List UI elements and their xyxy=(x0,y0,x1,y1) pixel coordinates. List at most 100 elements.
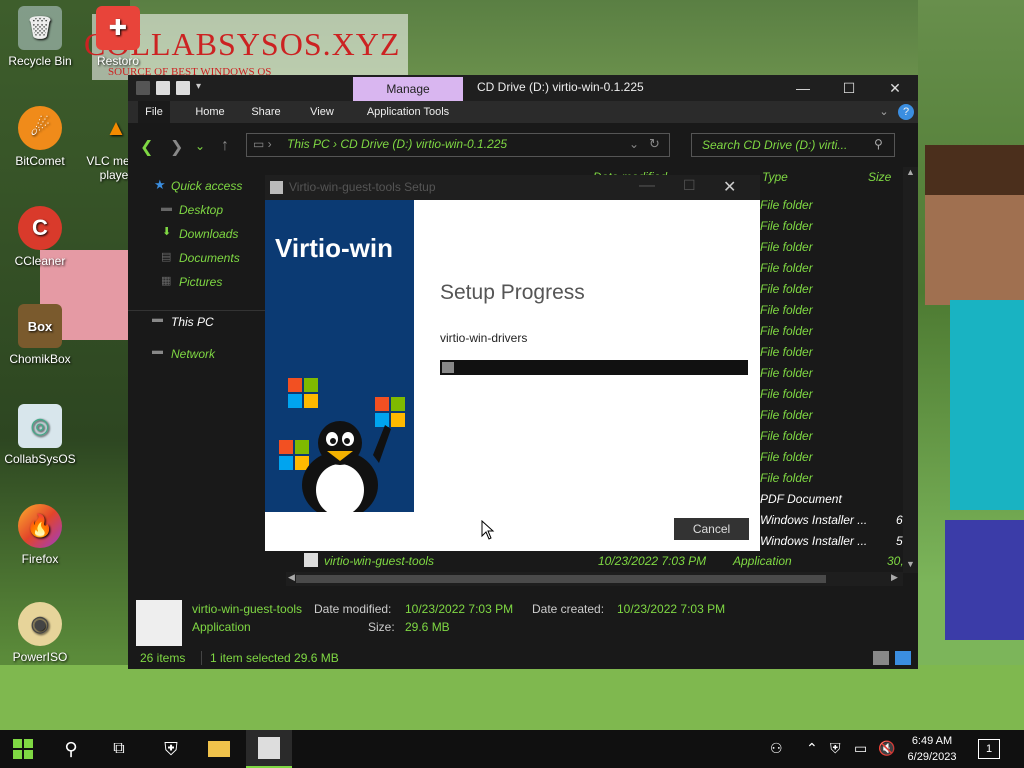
desktop-icon-restoro[interactable]: ✚ Restoro xyxy=(78,6,158,68)
scroll-left-icon[interactable]: ◀ xyxy=(288,572,295,583)
cancel-button[interactable]: Cancel xyxy=(674,518,749,540)
row-type[interactable]: File folder xyxy=(760,408,813,422)
row-type[interactable]: File folder xyxy=(760,219,813,233)
address-dropdown-icon[interactable]: ⌄ xyxy=(629,137,639,151)
taskbar-setup-app[interactable] xyxy=(246,730,292,768)
task-view-icon[interactable]: ⧉ xyxy=(96,730,142,768)
row-type[interactable]: File folder xyxy=(760,450,813,464)
column-header-size[interactable]: Size xyxy=(868,170,891,184)
back-arrow-icon[interactable]: ❮ xyxy=(140,137,153,157)
breadcrumb-this-pc[interactable]: This PC xyxy=(287,137,330,151)
tab-manage[interactable]: Manage xyxy=(353,77,463,101)
search-icon[interactable]: ⚲ xyxy=(874,137,883,151)
scroll-right-icon[interactable]: ▶ xyxy=(891,572,898,583)
row-type[interactable]: File folder xyxy=(760,303,813,317)
search-input[interactable]: Search CD Drive (D:) virti... ⚲ xyxy=(691,133,895,157)
nav-quick-access[interactable]: Quick access xyxy=(171,179,242,193)
horizontal-scroll-thumb[interactable] xyxy=(296,575,826,583)
properties-icon[interactable] xyxy=(156,81,170,95)
nav-downloads[interactable]: Downloads xyxy=(179,227,238,241)
documents-icon: ▤ xyxy=(161,251,172,263)
details-size: 29.6 MB xyxy=(405,620,450,634)
row-type[interactable]: Windows Installer ... xyxy=(760,513,867,527)
row-type[interactable]: File folder xyxy=(760,282,813,296)
desktop-icon-label: Restoro xyxy=(96,54,140,68)
minimize-button[interactable]: — xyxy=(780,77,826,99)
start-button[interactable] xyxy=(0,730,46,768)
row-type[interactable]: File folder xyxy=(760,345,813,359)
tab-home[interactable]: Home xyxy=(190,101,230,123)
row-type[interactable]: File folder xyxy=(760,198,813,212)
refresh-icon[interactable]: ↻ xyxy=(649,136,660,152)
people-icon[interactable]: ⚇ xyxy=(770,740,783,757)
clock-time: 6:49 AM xyxy=(911,735,953,747)
details-view-icon[interactable] xyxy=(873,651,889,665)
tab-view[interactable]: View xyxy=(304,101,340,123)
details-date-created-label: Date created: xyxy=(532,602,605,616)
close-button[interactable]: ✕ xyxy=(872,77,918,99)
search-icon[interactable]: ⚲ xyxy=(48,730,94,768)
system-clock[interactable]: 6:49 AM 6/29/2023 xyxy=(900,733,964,765)
desktop-icon-firefox[interactable]: 🔥 Firefox xyxy=(0,504,80,566)
up-arrow-icon[interactable]: ↑ xyxy=(221,137,229,155)
tab-file[interactable]: File xyxy=(138,101,170,123)
restoro-icon: ✚ xyxy=(96,6,140,50)
maximize-button[interactable]: ☐ xyxy=(826,77,872,99)
breadcrumb-drive[interactable]: CD Drive (D:) virtio-win-0.1.225 xyxy=(340,137,507,151)
chevron-up-icon[interactable]: ⌃ xyxy=(806,740,818,757)
row-type[interactable]: File folder xyxy=(760,366,813,380)
minimize-button[interactable]: — xyxy=(639,177,655,195)
row-type[interactable]: File folder xyxy=(760,324,813,338)
selected-file-row[interactable]: virtio-win-guest-tools 10/23/2022 7:03 P… xyxy=(302,550,904,572)
setup-titlebar[interactable]: Virtio-win-guest-tools Setup — ☐ ✕ xyxy=(265,175,760,200)
scroll-down-icon[interactable]: ▼ xyxy=(906,559,915,569)
computer-icon: ▬ xyxy=(152,313,163,325)
nav-desktop[interactable]: Desktop xyxy=(179,203,223,217)
desktop-icon-recycle-bin[interactable]: 🗑 Recycle Bin xyxy=(0,6,80,68)
vertical-scrollbar[interactable]: ▲ ▼ xyxy=(903,167,918,573)
nav-this-pc[interactable]: This PC xyxy=(171,315,214,329)
row-type[interactable]: File folder xyxy=(760,471,813,485)
forward-arrow-icon[interactable]: ❯ xyxy=(170,137,183,157)
column-header-type[interactable]: Type xyxy=(762,170,788,184)
desktop-icon-chomikbox[interactable]: Box ChomikBox xyxy=(0,304,80,366)
desktop-icon-ccleaner[interactable]: C CCleaner xyxy=(0,206,80,268)
chevron-down-icon[interactable]: ⌄ xyxy=(876,101,892,123)
row-type[interactable]: Windows Installer ... xyxy=(760,534,867,548)
nav-network[interactable]: Network xyxy=(171,347,215,361)
volume-muted-icon[interactable]: 🔇 xyxy=(878,740,895,757)
tab-application-tools[interactable]: Application Tools xyxy=(358,101,458,123)
network-icon[interactable]: ▭ xyxy=(854,740,867,757)
setup-banner-title: Virtio-win xyxy=(275,233,393,263)
maximize-button[interactable]: ☐ xyxy=(683,177,696,194)
folder-icon[interactable] xyxy=(136,81,150,95)
help-icon[interactable]: ? xyxy=(898,104,914,120)
taskbar-file-explorer[interactable] xyxy=(196,730,242,768)
nav-pictures[interactable]: Pictures xyxy=(179,275,222,289)
ribbon-tabs: File Home Share View Application Tools ⌄… xyxy=(128,101,918,123)
security-shield-icon[interactable]: ⛨ xyxy=(148,730,194,768)
desktop-icon-bitcomet[interactable]: ☄ BitComet xyxy=(0,106,80,168)
details-date-modified-label: Date modified: xyxy=(314,602,392,616)
desktop-icon-label: CollabSysOS xyxy=(4,452,76,466)
notification-center-icon[interactable]: 1 xyxy=(978,739,1000,759)
large-icons-view-icon[interactable] xyxy=(895,651,911,665)
row-type[interactable]: File folder xyxy=(760,429,813,443)
defender-shield-icon[interactable]: ⛨ xyxy=(830,740,841,757)
horizontal-scrollbar[interactable]: ◀ ▶ xyxy=(286,572,903,586)
new-folder-icon[interactable] xyxy=(176,81,190,95)
tab-share[interactable]: Share xyxy=(246,101,286,123)
explorer-titlebar[interactable]: ▾ Manage CD Drive (D:) virtio-win-0.1.22… xyxy=(128,75,918,101)
scroll-up-icon[interactable]: ▲ xyxy=(906,167,915,177)
row-type[interactable]: File folder xyxy=(760,240,813,254)
address-bar[interactable]: ▭ › This PC › CD Drive (D:) virtio-win-0… xyxy=(246,133,670,157)
row-type[interactable]: File folder xyxy=(760,387,813,401)
row-type[interactable]: File folder xyxy=(760,261,813,275)
recent-locations-icon[interactable]: ⌄ xyxy=(195,139,205,153)
row-type[interactable]: PDF Document xyxy=(760,492,842,506)
chevron-down-icon[interactable]: ▾ xyxy=(196,81,210,95)
close-button[interactable]: ✕ xyxy=(723,177,736,197)
desktop-icon-collabsysos[interactable]: ◎ CollabSysOS xyxy=(0,404,80,466)
desktop-icon-poweriso[interactable]: ◉ PowerISO xyxy=(0,602,80,664)
nav-documents[interactable]: Documents xyxy=(179,251,240,265)
